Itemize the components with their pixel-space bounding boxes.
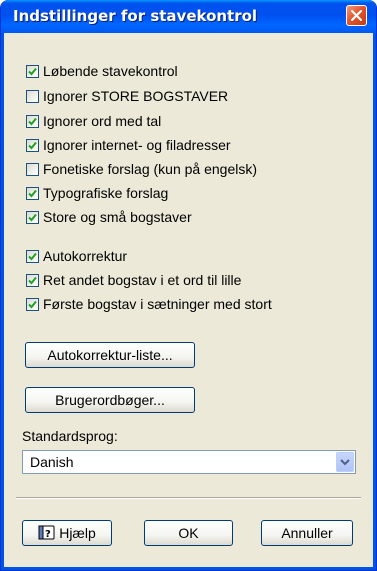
checkmark-icon <box>28 300 37 308</box>
help-button[interactable]: ? Hjælp <box>22 520 112 546</box>
dialog-content: Løbende stavekontrol Ignorer STORE BOGST… <box>5 33 372 566</box>
checkbox-box[interactable] <box>26 210 39 224</box>
dropdown-button[interactable] <box>336 452 354 472</box>
checkbox-label: Ignorer STORE BOGSTAVER <box>43 88 229 104</box>
checkbox-ret-andet-bogstav[interactable]: Ret andet bogstav i et ord til lille <box>26 271 241 289</box>
checkbox-box[interactable] <box>26 249 39 263</box>
checkbox-foerste-bogstav-stort[interactable]: Første bogstav i sætninger med stort <box>26 295 272 313</box>
checkbox-ignorer-internet-adresser[interactable]: Ignorer internet- og filadresser <box>26 136 231 154</box>
window-title: Indstillinger for stavekontrol <box>13 7 258 25</box>
checkbox-ignorer-store-bogstaver[interactable]: Ignorer STORE BOGSTAVER <box>26 87 228 105</box>
checkmark-icon <box>28 276 37 284</box>
checkbox-label: Store og små bogstaver <box>43 209 192 225</box>
help-book-icon: ? <box>38 525 55 540</box>
autocorrect-list-button[interactable]: Autokorrektur-liste... <box>25 342 195 368</box>
checkbox-box[interactable] <box>26 64 39 78</box>
divider <box>16 497 361 499</box>
default-language-value: Danish <box>30 454 74 470</box>
checkbox-label: Typografiske forslag <box>43 185 169 201</box>
checkmark-icon <box>28 117 37 125</box>
checkbox-label: Autokorrektur <box>43 248 128 264</box>
checkmark-icon <box>28 213 37 221</box>
checkbox-loebende-stavekontrol[interactable]: Løbende stavekontrol <box>26 62 178 80</box>
spelling-options-dialog: Indstillinger for stavekontrol Løbende s… <box>0 0 377 571</box>
checkbox-label: Første bogstav i sætninger med stort <box>43 296 272 312</box>
chevron-down-icon <box>340 459 350 466</box>
checkbox-label: Ignorer ord med tal <box>43 113 162 129</box>
checkbox-box[interactable] <box>26 89 39 103</box>
close-button[interactable] <box>346 5 367 26</box>
checkbox-box[interactable] <box>26 273 39 287</box>
close-icon <box>351 10 362 21</box>
help-button-label: Hjælp <box>59 525 96 541</box>
cancel-button[interactable]: Annuller <box>261 520 353 546</box>
checkbox-label: Ret andet bogstav i et ord til lille <box>43 272 242 288</box>
checkbox-typografiske-forslag[interactable]: Typografiske forslag <box>26 184 168 202</box>
checkbox-store-og-smaa-bogstaver[interactable]: Store og små bogstaver <box>26 208 192 226</box>
user-dictionaries-button[interactable]: Brugerordbøger... <box>25 387 195 413</box>
checkbox-box[interactable] <box>26 297 39 311</box>
checkbox-label: Løbende stavekontrol <box>43 63 178 79</box>
title-bar[interactable]: Indstillinger for stavekontrol <box>1 0 376 33</box>
checkbox-ignorer-ord-med-tal[interactable]: Ignorer ord med tal <box>26 112 161 130</box>
default-language-select[interactable]: Danish <box>22 450 356 474</box>
checkmark-icon <box>28 67 37 75</box>
checkmark-icon <box>28 252 37 260</box>
checkbox-box[interactable] <box>26 162 39 176</box>
checkbox-autokorrektur[interactable]: Autokorrektur <box>26 247 127 265</box>
checkbox-box[interactable] <box>26 186 39 200</box>
ok-button[interactable]: OK <box>144 520 233 546</box>
default-language-label: Standardsprog: <box>22 428 118 444</box>
checkbox-box[interactable] <box>26 114 39 128</box>
checkbox-fonetiske-forslag[interactable]: Fonetiske forslag (kun på engelsk) <box>26 160 257 178</box>
checkmark-icon <box>28 141 37 149</box>
checkbox-label: Ignorer internet- og filadresser <box>43 137 231 153</box>
checkbox-label: Fonetiske forslag (kun på engelsk) <box>43 161 257 177</box>
svg-text:?: ? <box>45 529 51 540</box>
checkbox-box[interactable] <box>26 138 39 152</box>
checkmark-icon <box>28 189 37 197</box>
